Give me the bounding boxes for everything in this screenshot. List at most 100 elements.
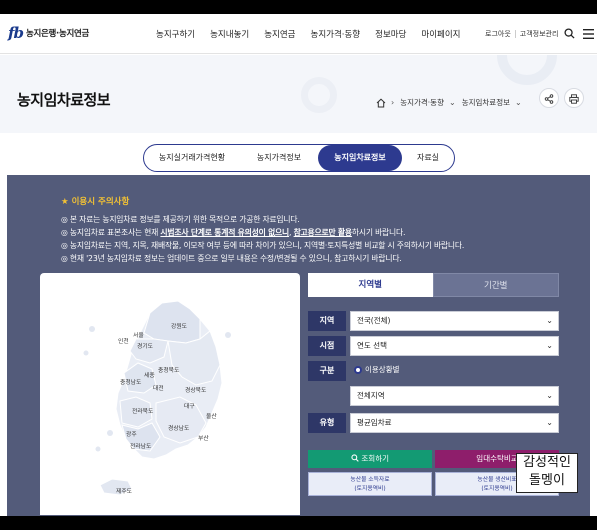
usage-radio-label: 이용상황별 (365, 365, 400, 374)
rent-info-panel: ★ 이용시 주의사항 ◎ 본 자료는 농지임차료 정보를 제공하기 위한 목적으… (7, 175, 590, 516)
area-select[interactable]: 전체지역 ⌄ (350, 386, 559, 406)
region-label: 지역 (308, 311, 346, 331)
map-region-jeonbuk[interactable]: 전라북도 (132, 406, 153, 415)
map-region-gangwon[interactable]: 강원도 (171, 321, 187, 330)
content-tabs: 농지실거래가격현황 농지가격정보 농지임차료정보 자료실 (143, 144, 455, 172)
map-region-chungbuk[interactable]: 충청북도 (158, 365, 179, 374)
logo-text: 농지은행·농지연금 (25, 29, 90, 39)
notice-item: ◎ 본 자료는 농지임차료 정보를 제공하기 위한 목적으로 가공한 자료입니다… (61, 215, 300, 224)
search-button-label: 조회하기 (361, 454, 389, 463)
map-region-jeju[interactable]: 제주도 (116, 486, 132, 495)
nav-item-list-land[interactable]: 농지내놓기 (210, 28, 249, 40)
title-band: 농지임차료정보 › 농지가격·동향 ⌄ 농지임차료정보 ⌄ (0, 55, 597, 133)
chevron-down-icon[interactable]: ⌄ (449, 98, 456, 107)
breadcrumb-item[interactable]: 농지임차료정보 (462, 97, 510, 108)
search-button[interactable]: 조회하기 (308, 450, 432, 468)
home-icon[interactable] (376, 93, 386, 112)
page: fb 농지은행·농지연금 농지구하기 농지내놓기 농지연금 농지가격·동향 정보… (0, 14, 597, 516)
map-region-seoul[interactable]: 서울 (133, 330, 144, 339)
notice-item: ◎ 농지임차료는 지역, 지목, 재배작물, 이모작 여부 등에 따라 차이가 … (61, 241, 465, 250)
tab-real-transactions[interactable]: 농지실거래가격현황 (144, 145, 240, 171)
notice-item: ◎ 농지임차료 표본조사는 현재 시범조사 단계로 통계적 유의성이 없으니, … (61, 228, 406, 237)
breadcrumb: › 농지가격·동향 ⌄ 농지임차료정보 ⌄ (376, 93, 528, 112)
share-icon (544, 89, 554, 108)
search-icon (351, 454, 361, 463)
site-header: fb 농지은행·농지연금 농지구하기 농지내놓기 농지연금 농지가격·동향 정보… (0, 14, 597, 54)
map-region-ulsan[interactable]: 울산 (206, 411, 217, 420)
radio-selected-icon (354, 365, 362, 374)
map-region-jeonnam[interactable]: 전라남도 (130, 441, 151, 450)
income-data-line1: 농산물 소득자료 (350, 477, 390, 483)
region-select-value: 전국(전체) (357, 316, 391, 325)
eye-icon: ◎ (61, 228, 68, 237)
eye-icon: ◎ (61, 241, 68, 250)
map-region-gwangju[interactable]: 광주 (126, 429, 137, 438)
area-select-value: 전체지역 (357, 391, 385, 400)
map-region-gyeongnam[interactable]: 경상남도 (168, 423, 189, 432)
map-region-busan[interactable]: 부산 (198, 433, 209, 442)
chevron-down-icon[interactable]: ⌄ (515, 98, 522, 107)
notice-title: ★ 이용시 주의사항 (61, 197, 130, 207)
notice-item: ◎ 현재 '23년 농지임차료 정보는 업데이트 중으로 일부 내용은 수정/변… (61, 254, 402, 263)
map-region-gyeonggi[interactable]: 경기도 (137, 341, 153, 350)
period-select-value: 연도 선택 (357, 341, 387, 350)
print-icon (569, 89, 579, 108)
overlay-line2: 돌멩이 (529, 473, 565, 488)
eye-icon: ◎ (61, 254, 68, 263)
region-select[interactable]: 전국(전체) ⌄ (350, 311, 559, 331)
region-row: 지역 전국(전체) ⌄ (308, 311, 559, 331)
income-data-line2: (토지용역비) (354, 486, 386, 492)
overlay-line1: 감성적인 (523, 455, 571, 470)
map-region-gyeongbuk[interactable]: 경상북도 (185, 385, 206, 394)
type-row: 구분 이용상황별 (308, 361, 559, 381)
utility-menu: 로그아웃 고객정보관리 (485, 28, 595, 39)
chevron-down-icon: ⌄ (546, 316, 553, 325)
chevron-down-icon: ⌄ (546, 341, 553, 350)
customer-info-link[interactable]: 고객정보관리 (520, 29, 559, 39)
share-button[interactable] (539, 88, 559, 108)
kind-select[interactable]: 평균임차료 ⌄ (350, 413, 559, 433)
logout-link[interactable]: 로그아웃 (485, 29, 511, 39)
notice-list: ◎ 본 자료는 농지임차료 정보를 제공하기 위한 목적으로 가공한 자료입니다… (61, 213, 464, 265)
view-tabs: 지역별 기간별 (308, 273, 559, 297)
nav-item-price-trend[interactable]: 농지가격·동향 (311, 28, 361, 40)
eye-icon: ◎ (61, 215, 68, 224)
usage-radio[interactable]: 이용상황별 (354, 364, 400, 375)
search-icon[interactable] (564, 28, 575, 39)
period-select[interactable]: 연도 선택 ⌄ (350, 336, 559, 356)
map-region-chungnam[interactable]: 충청남도 (120, 377, 141, 386)
page-title: 농지임차료정보 (17, 91, 111, 109)
tab-rent-info[interactable]: 농지임차료정보 (318, 145, 402, 171)
print-button[interactable] (564, 88, 584, 108)
type-label: 구분 (308, 361, 346, 381)
tab-by-region[interactable]: 지역별 (308, 273, 433, 297)
period-label: 시점 (308, 336, 346, 356)
tab-by-period[interactable]: 기간별 (432, 273, 559, 297)
income-data-button[interactable]: 농산물 소득자료 (토지용역비) (308, 472, 432, 496)
chevron-down-icon: ⌄ (546, 391, 553, 400)
map-region-sejong[interactable]: 세종 (144, 370, 155, 379)
decorative-circle (301, 77, 337, 113)
korea-map-graphic (83, 300, 231, 496)
watermark-overlay: 감성적인 돌멩이 (516, 453, 578, 493)
map-region-incheon[interactable]: 인천 (118, 336, 129, 345)
kind-select-value: 평균임차료 (357, 418, 392, 427)
nav-item-info[interactable]: 정보마당 (375, 28, 406, 40)
breadcrumb-item[interactable]: 농지가격·동향 (400, 97, 444, 108)
region-map[interactable]: 경기도 서울 인천 강원도 충청북도 충청남도 세종 대전 경상북도 대구 울산… (40, 273, 300, 515)
nav-item-pension[interactable]: 농지연금 (264, 28, 295, 40)
chevron-down-icon: ⌄ (546, 418, 553, 427)
menu-icon[interactable] (583, 28, 595, 39)
kind-row: 유형 평균임차료 ⌄ (308, 413, 559, 433)
map-region-daegu[interactable]: 대구 (184, 401, 195, 410)
nav-item-mypage[interactable]: 마이페이지 (421, 28, 460, 40)
nav-item-find-land[interactable]: 농지구하기 (156, 28, 195, 40)
tab-archive[interactable]: 자료실 (402, 145, 454, 171)
period-row: 시점 연도 선택 ⌄ (308, 336, 559, 356)
kind-label: 유형 (308, 413, 346, 433)
tab-land-price[interactable]: 농지가격정보 (240, 145, 318, 171)
site-logo[interactable]: fb 농지은행·농지연금 (8, 24, 89, 42)
chevron-right-icon: › (391, 98, 395, 107)
util-divider (514, 29, 516, 38)
map-region-daejeon[interactable]: 대전 (153, 383, 164, 392)
